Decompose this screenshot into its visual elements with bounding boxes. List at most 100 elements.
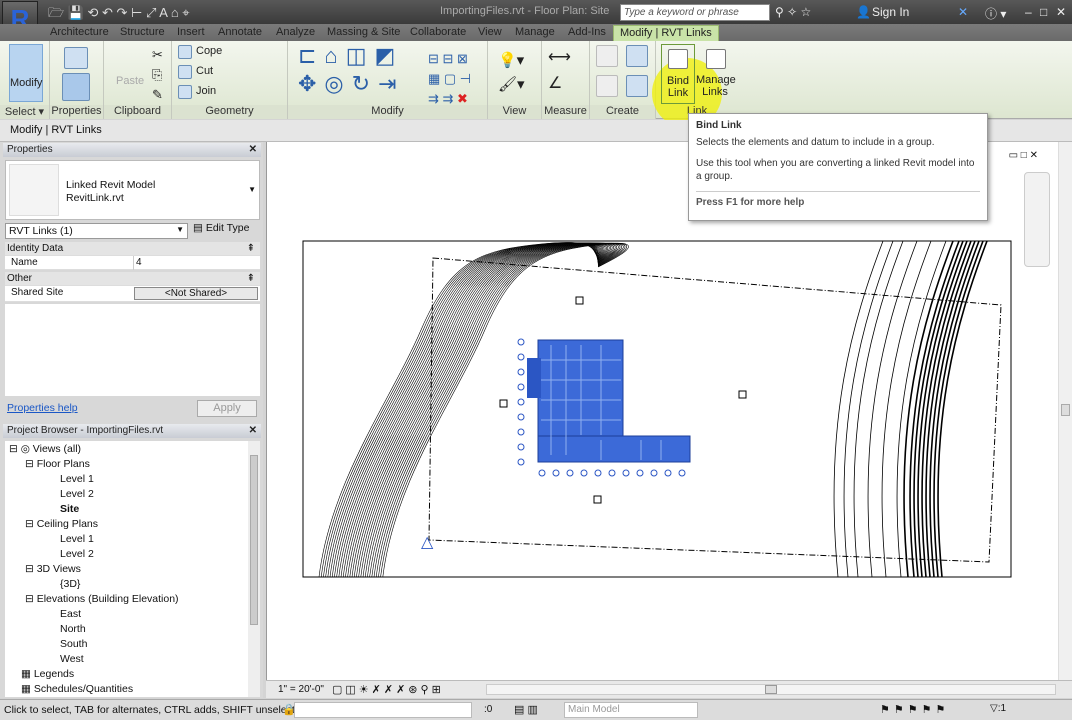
- view-tools-icons[interactable]: 💡▾ 🖌▾: [498, 49, 525, 97]
- type-name: Linked Revit Model: [66, 179, 156, 191]
- maximize-button[interactable]: □: [1040, 5, 1047, 19]
- tree-floor-level-2[interactable]: Level 2: [60, 488, 94, 500]
- properties-icon[interactable]: [62, 73, 90, 101]
- identity-data-section[interactable]: Identity Data ⇞: [5, 242, 260, 256]
- clipboard-panel-label: Clipboard: [104, 105, 171, 119]
- help-search-input[interactable]: Type a keyword or phrase: [620, 4, 770, 21]
- name-row: Name 4: [5, 256, 260, 270]
- view-window-controls[interactable]: ▭ □ ✕: [1009, 150, 1038, 161]
- tab-collaborate[interactable]: Collaborate: [410, 25, 466, 41]
- browser-scrollbar[interactable]: [248, 441, 260, 697]
- design-option-select[interactable]: Main Model: [564, 702, 698, 718]
- tree-south[interactable]: South: [60, 638, 87, 650]
- type-properties-icon[interactable]: [64, 47, 88, 69]
- tab-structure[interactable]: Structure: [120, 25, 165, 41]
- move-copy-rotate-icons[interactable]: ✥◎↻⇥: [298, 71, 405, 97]
- tree-views-all[interactable]: ⊟ ◎ Views (all): [9, 443, 81, 455]
- tab-massing-site[interactable]: Massing & Site: [327, 25, 400, 41]
- navigation-bar[interactable]: [1024, 172, 1050, 267]
- tree-elevations[interactable]: ⊟ Elevations (Building Elevation): [25, 593, 179, 605]
- linked-building[interactable]: [527, 339, 691, 463]
- paste-button[interactable]: Paste: [116, 75, 144, 87]
- properties-header: Properties ✕: [3, 143, 261, 157]
- measure-icons[interactable]: ⟷ ∠: [548, 45, 571, 97]
- grid-bubble: [517, 398, 525, 406]
- sign-in-button[interactable]: Sign In: [872, 5, 909, 19]
- minimize-button[interactable]: –: [1025, 5, 1032, 19]
- view-scale[interactable]: 1" = 20'-0": [278, 684, 324, 695]
- cut-copy-icons[interactable]: ✂ ⎘ ✎: [152, 45, 163, 105]
- tab-insert[interactable]: Insert: [177, 25, 205, 41]
- workset-select[interactable]: [294, 702, 472, 718]
- tree-floor-plans[interactable]: ⊟ Floor Plans: [25, 458, 90, 470]
- edit-type-button[interactable]: ▤ Edit Type: [193, 222, 249, 234]
- selection-filter-icons[interactable]: ⚑⚑⚑⚑⚑: [880, 703, 949, 716]
- modify-panel-label: Modify: [288, 105, 487, 119]
- create-assembly-icon[interactable]: [596, 75, 618, 97]
- name-value[interactable]: 4: [133, 256, 258, 270]
- grid-bubble: [517, 458, 525, 466]
- close-icon[interactable]: ✕: [249, 143, 257, 157]
- create-parts-icon[interactable]: [626, 75, 648, 97]
- cope-button[interactable]: Cope: [196, 45, 222, 57]
- link-panel: Bind Link Manage Links Link: [656, 41, 738, 119]
- filter-count[interactable]: ▽:1: [990, 703, 1006, 714]
- exchange-icon[interactable]: ✕: [958, 5, 968, 19]
- tab-add-ins[interactable]: Add-Ins: [568, 25, 606, 41]
- array-scale-delete-icons[interactable]: ⊟ ⊟ ⊠ ▦ ▢ ⊣ ⇉ ⇉ ✖: [428, 49, 471, 109]
- horizontal-scrollbar[interactable]: [486, 684, 1056, 695]
- create-similar-icon[interactable]: [626, 45, 648, 67]
- select-panel-label[interactable]: Select ▾: [0, 105, 49, 119]
- geometry-panel: Cope Cut Join Geometry: [172, 41, 288, 119]
- tree-3d-views[interactable]: ⊟ 3D Views: [25, 563, 81, 575]
- view-control-icons[interactable]: ▢◫☀✗✗✗⊛⚲⊞: [332, 683, 444, 696]
- create-group-icon[interactable]: [596, 45, 618, 67]
- close-icon[interactable]: ✕: [249, 424, 257, 438]
- grid-bubble: [538, 469, 546, 477]
- help-icon[interactable]: ⓘ ▾: [985, 5, 1006, 22]
- tab-view[interactable]: View: [478, 25, 502, 41]
- drawing-canvas[interactable]: △ ▭ □ ✕: [266, 142, 1072, 680]
- design-options-icons[interactable]: ▤ ▥: [514, 703, 538, 716]
- tree-north[interactable]: North: [60, 623, 86, 635]
- tree-ceiling-level-1[interactable]: Level 1: [60, 533, 94, 545]
- tab-manage[interactable]: Manage: [515, 25, 555, 41]
- tooltip-description: Selects the elements and datum to includ…: [696, 137, 935, 148]
- project-browser-tree: ⊟ ◎ Views (all) ⊟ Floor Plans Level 1 Le…: [5, 441, 248, 697]
- cut-button[interactable]: Cut: [196, 65, 213, 77]
- other-section[interactable]: Other ⇞: [5, 272, 260, 286]
- tree-legends[interactable]: ▦ Legends: [21, 668, 74, 680]
- type-selector[interactable]: Linked Revit Model RevitLink.rvt ▼: [5, 160, 260, 220]
- editing-requests[interactable]: :0: [484, 704, 492, 715]
- close-button[interactable]: ✕: [1056, 5, 1066, 19]
- tree-floor-site[interactable]: Site: [60, 503, 79, 515]
- search-tools-icon[interactable]: ⚲ ✧ ☆: [775, 5, 811, 19]
- instance-filter-select[interactable]: RVT Links (1) ▼: [5, 223, 188, 239]
- tab-modify-rvt-links[interactable]: Modify | RVT Links: [613, 25, 719, 41]
- properties-help-link[interactable]: Properties help: [7, 402, 78, 414]
- tree-floor-level-1[interactable]: Level 1: [60, 473, 94, 485]
- tab-analyze[interactable]: Analyze: [276, 25, 315, 41]
- vertical-scrollbar[interactable]: [1058, 142, 1072, 680]
- tree-ceiling-plans[interactable]: ⊟ Ceiling Plans: [25, 518, 98, 530]
- tree-3d[interactable]: {3D}: [60, 578, 80, 590]
- tree-schedules[interactable]: ▦ Schedules/Quantities: [21, 683, 133, 695]
- join-button[interactable]: Join: [196, 85, 216, 97]
- tab-annotate[interactable]: Annotate: [218, 25, 262, 41]
- clipboard-panel: Paste ✂ ⎘ ✎ Clipboard: [104, 41, 172, 119]
- align-offset-mirror-icons[interactable]: ⊏⌂◫◩: [298, 43, 403, 69]
- quick-access-toolbar[interactable]: 🗁 💾 ⟲ ↶ ↷ ⊢ ⤢ A ⌂ ⌖: [48, 4, 190, 26]
- shared-site-button[interactable]: <Not Shared>: [134, 287, 258, 300]
- user-icon[interactable]: 👤: [856, 5, 871, 19]
- tree-ceiling-level-2[interactable]: Level 2: [60, 548, 94, 560]
- grid-bubble: [517, 413, 525, 421]
- properties-title: Properties: [7, 144, 53, 155]
- shared-site-label: Shared Site: [11, 287, 64, 298]
- tab-architecture[interactable]: Architecture: [50, 25, 109, 41]
- join-icon: [178, 85, 192, 99]
- modify-button[interactable]: Modify: [9, 44, 43, 102]
- tree-west[interactable]: West: [60, 653, 84, 665]
- apply-button[interactable]: Apply: [197, 400, 257, 417]
- elevation-marker-north: [575, 296, 584, 305]
- tree-east[interactable]: East: [60, 608, 81, 620]
